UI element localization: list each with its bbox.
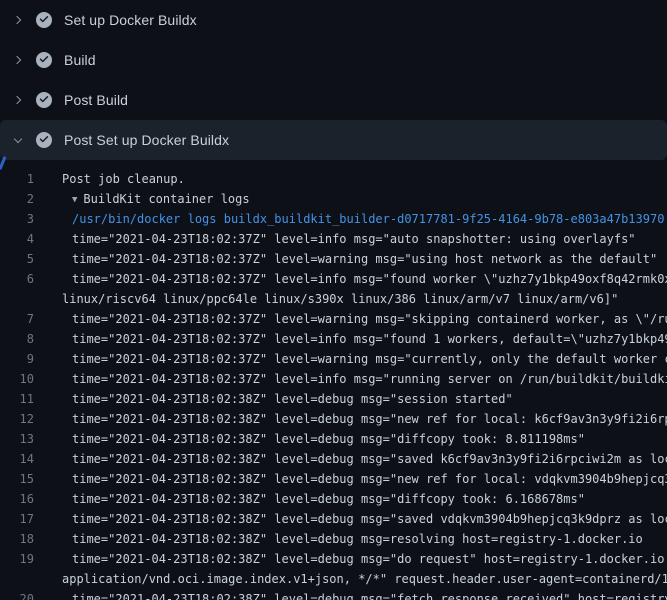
log-line: 3/usr/bin/docker logs buildx_buildkit_bu… (0, 209, 667, 229)
check-circle-icon (36, 132, 52, 148)
log-text: time="2021-04-23T18:02:38Z" level=debug … (62, 489, 585, 509)
log-text: linux/riscv64 linux/ppc64le linux/s390x … (62, 289, 618, 309)
check-circle-icon (36, 12, 52, 28)
log-group-line: ▼ BuildKit container logs (62, 189, 250, 209)
log-line: 13 time="2021-04-23T18:02:38Z" level=debu… (0, 429, 667, 449)
log-line: 1 Post job cleanup. (0, 169, 667, 189)
log-text: time="2021-04-23T18:02:38Z" level=debug … (62, 589, 667, 600)
log-text: time="2021-04-23T18:02:37Z" level=info m… (62, 369, 667, 389)
log-text: time="2021-04-23T18:02:38Z" level=debug … (62, 509, 667, 529)
line-number[interactable]: 17 (0, 509, 34, 529)
step-label: Set up Docker Buildx (64, 12, 197, 28)
line-number[interactable]: 7 (0, 309, 34, 329)
log-line: 5 time="2021-04-23T18:02:37Z" level=warni… (0, 249, 667, 269)
line-number[interactable]: 14 (0, 449, 34, 469)
line-number[interactable]: 5 (0, 249, 34, 269)
log-text: time="2021-04-23T18:02:37Z" level=warnin… (62, 349, 667, 369)
log-line: 15 time="2021-04-23T18:02:38Z" level=debu… (0, 469, 667, 489)
log-text: time="2021-04-23T18:02:37Z" level=warnin… (62, 309, 667, 329)
step-label: Build (64, 52, 96, 68)
log-line: 2 ▼ BuildKit container logs (0, 189, 667, 209)
line-number[interactable]: 15 (0, 469, 34, 489)
log-line: 14 time="2021-04-23T18:02:38Z" level=debu… (0, 449, 667, 469)
step-label: Post Set up Docker Buildx (64, 132, 229, 148)
log-line: 11 time="2021-04-23T18:02:38Z" level=debu… (0, 389, 667, 409)
check-circle-icon (36, 92, 52, 108)
log-text: time="2021-04-23T18:02:38Z" level=debug … (62, 529, 643, 549)
log-text: time="2021-04-23T18:02:37Z" level=info m… (62, 229, 636, 249)
actions-log-viewer: Set up Docker Buildx Build Post Build Post … (0, 0, 667, 600)
line-number[interactable]: 4 (0, 229, 34, 249)
log-text: time="2021-04-23T18:02:38Z" level=debug … (62, 389, 513, 409)
log-text: time="2021-04-23T18:02:38Z" level=debug … (62, 469, 667, 489)
log-line: 16 time="2021-04-23T18:02:38Z" level=debu… (0, 489, 667, 509)
line-number[interactable]: 1 (0, 169, 34, 189)
log-line: 8 time="2021-04-23T18:02:37Z" level=info … (0, 329, 667, 349)
line-number[interactable]: 3 (0, 209, 34, 229)
step-header-set-up-docker-buildx[interactable]: Set up Docker Buildx (0, 0, 667, 40)
log-text: Post job cleanup. (62, 169, 185, 189)
log-text: time="2021-04-23T18:02:37Z" level=warnin… (62, 249, 657, 269)
check-circle-icon (36, 52, 52, 68)
log-line: 20 time="2021-04-23T18:02:38Z" level=debu… (0, 589, 667, 600)
group-title: BuildKit container logs (83, 192, 249, 206)
step-header-post-build[interactable]: Post Build (0, 80, 667, 120)
command-text: /usr/bin/docker logs buildx_buildkit_bui… (62, 209, 664, 229)
step-header-post-set-up-docker-buildx[interactable]: Post Set up Docker Buildx (0, 120, 667, 160)
line-number[interactable]: 19 (0, 549, 34, 569)
line-number[interactable]: 8 (0, 329, 34, 349)
chevron-down-icon[interactable] (10, 132, 26, 148)
log-line: 4 time="2021-04-23T18:02:37Z" level=info … (0, 229, 667, 249)
step-label: Post Build (64, 92, 128, 108)
log-text: time="2021-04-23T18:02:38Z" level=debug … (62, 429, 585, 449)
log-line: application/vnd.oci.image.index.v1+json,… (0, 569, 667, 589)
log-line: 12 time="2021-04-23T18:02:38Z" level=debu… (0, 409, 667, 429)
log-area: 1 Post job cleanup. 2 ▼ BuildKit container l… (0, 160, 667, 600)
line-number[interactable]: 18 (0, 529, 34, 549)
line-number[interactable]: 10 (0, 369, 34, 389)
log-line: 9 time="2021-04-23T18:02:37Z" level=warni… (0, 349, 667, 369)
log-text: time="2021-04-23T18:02:37Z" level=info m… (62, 329, 667, 349)
line-number (0, 289, 34, 309)
log-text: time="2021-04-23T18:02:38Z" level=debug … (62, 449, 667, 469)
chevron-right-icon[interactable] (10, 52, 26, 68)
chevron-right-icon[interactable] (10, 12, 26, 28)
log-line: 6 time="2021-04-23T18:02:37Z" level=info … (0, 269, 667, 289)
log-line: 18 time="2021-04-23T18:02:38Z" level=debu… (0, 529, 667, 549)
line-number[interactable]: 16 (0, 489, 34, 509)
log-text: time="2021-04-23T18:02:38Z" level=debug … (62, 549, 667, 569)
line-number[interactable]: 11 (0, 389, 34, 409)
group-collapse-icon[interactable]: ▼ (72, 195, 77, 205)
line-number[interactable]: 6 (0, 269, 34, 289)
log-line: linux/riscv64 linux/ppc64le linux/s390x … (0, 289, 667, 309)
line-number[interactable]: 9 (0, 349, 34, 369)
log-text: time="2021-04-23T18:02:37Z" level=info m… (62, 269, 667, 289)
log-text: application/vnd.oci.image.index.v1+json,… (62, 569, 667, 589)
line-number[interactable]: 12 (0, 409, 34, 429)
log-line: 17 time="2021-04-23T18:02:38Z" level=debu… (0, 509, 667, 529)
steps-list: Set up Docker Buildx Build Post Build Post … (0, 0, 667, 160)
log-line: 7 time="2021-04-23T18:02:37Z" level=warni… (0, 309, 667, 329)
log-text: time="2021-04-23T18:02:38Z" level=debug … (62, 409, 667, 429)
chevron-right-icon[interactable] (10, 92, 26, 108)
step-header-build[interactable]: Build (0, 40, 667, 80)
log-line: 19 time="2021-04-23T18:02:38Z" level=debu… (0, 549, 667, 569)
line-number[interactable]: 2 (0, 189, 34, 209)
log-line: 10 time="2021-04-23T18:02:37Z" level=info… (0, 369, 667, 389)
line-number[interactable]: 13 (0, 429, 34, 449)
line-number (0, 569, 34, 589)
line-number[interactable]: 20 (0, 589, 34, 600)
